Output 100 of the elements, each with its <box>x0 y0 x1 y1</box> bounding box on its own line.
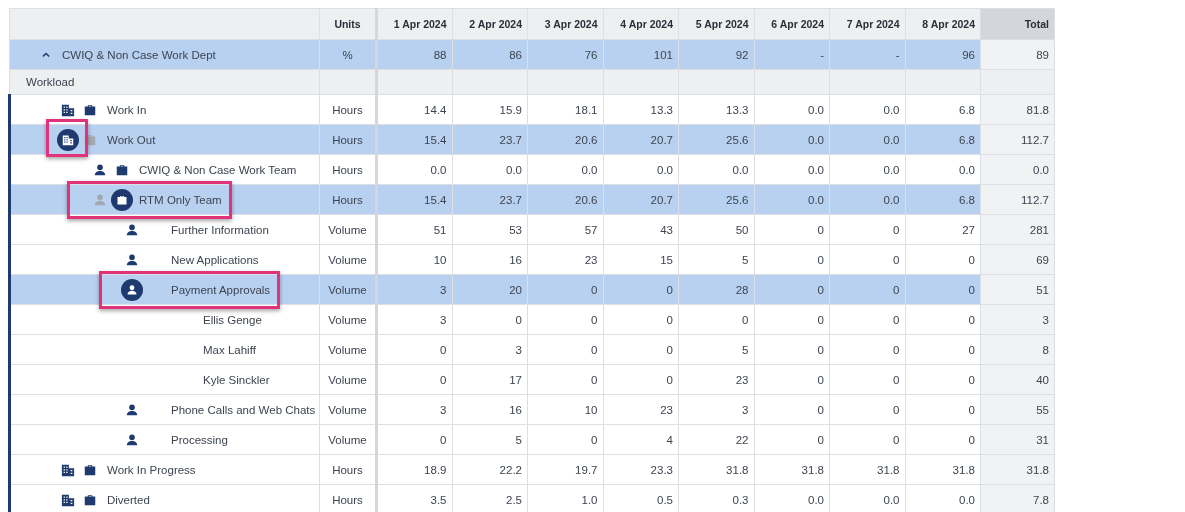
person-icon[interactable] <box>125 252 139 267</box>
table-cell: 89 <box>980 39 1055 70</box>
person-icon[interactable] <box>125 432 139 447</box>
table-cell: 10 <box>527 394 603 425</box>
building-icon[interactable] <box>57 128 79 151</box>
table-cell: 17 <box>452 364 528 395</box>
table-cell: 4 <box>603 424 679 455</box>
person-icon[interactable] <box>125 402 139 417</box>
table-cell: 19.7 <box>527 454 603 485</box>
table-cell: 0 <box>829 394 905 425</box>
table-cell: 16 <box>452 394 528 425</box>
table-cell: 0.0 <box>527 154 603 185</box>
table-cell: Volume <box>319 274 377 305</box>
table-cell: 0.0 <box>829 184 905 215</box>
table-cell: Volume <box>319 214 377 245</box>
table-cell: 5 <box>678 334 754 365</box>
table-cell: Volume <box>319 424 377 455</box>
table-cell: 23.7 <box>452 124 528 155</box>
building-icon[interactable] <box>61 492 75 507</box>
table-row[interactable]: New Applications Volume 10 16 23 15 5 0 0 0 69 <box>9 244 1055 275</box>
briefcase-icon[interactable] <box>111 188 133 211</box>
table-row[interactable]: Work In Hours 14.4 15.9 18.1 13.3 13.3 0.0 0.0 6.8 81.8 <box>9 94 1055 125</box>
table-cell: 0 <box>754 424 830 455</box>
table-cell: 0 <box>527 364 603 395</box>
table-cell: 0 <box>829 364 905 395</box>
table-cell: Volume <box>319 334 377 365</box>
table-cell: 23 <box>678 364 754 395</box>
table-cell: 18.1 <box>527 94 603 125</box>
table-row[interactable]: Processing Volume 0 5 0 4 22 0 0 0 31 <box>9 424 1055 455</box>
table-row[interactable]: Ellis Genge Volume 3 0 0 0 0 0 0 0 3 <box>9 304 1055 335</box>
table-cell: 0 <box>754 364 830 395</box>
table-cell: 31 <box>980 424 1055 455</box>
table-row[interactable]: CWIQ & Non Case Work Team Hours 0.0 0.0 0.0 0.0 0.0 0.0 0.0 0.0 0.0 <box>9 154 1055 185</box>
table-cell: Hours <box>319 154 377 185</box>
table-cell: 0 <box>829 274 905 305</box>
person-icon[interactable] <box>93 162 107 177</box>
table-cell: 20.6 <box>527 124 603 155</box>
table-row[interactable]: Payment Approvals Volume 3 20 0 0 28 0 0 0 51 <box>9 274 1055 305</box>
table-row[interactable]: CWIQ & Non Case Work Dept % 88 86 76 101 92 - - 96 89 <box>9 39 1055 70</box>
table-cell: 0 <box>754 394 830 425</box>
row-label: CWIQ & Non Case Work Team <box>139 163 298 176</box>
briefcase-icon[interactable] <box>83 102 97 117</box>
briefcase-icon[interactable] <box>83 462 97 477</box>
person-icon[interactable] <box>121 278 143 301</box>
row-label: New Applications <box>171 253 260 266</box>
table-row[interactable]: Max Lahiff Volume 0 3 0 0 5 0 0 0 8 <box>9 334 1055 365</box>
building-icon[interactable] <box>61 462 75 477</box>
column-header: 2 Apr 2024 <box>452 8 528 40</box>
table-cell: 0.0 <box>829 94 905 125</box>
table-cell: 0 <box>527 424 603 455</box>
table-cell: 20 <box>452 274 528 305</box>
table-cell: 0.0 <box>754 154 830 185</box>
table-row[interactable]: Phone Calls and Web Chats Volume 3 16 10 23 3 0 0 0 55 <box>9 394 1055 425</box>
table-cell: 3 <box>678 394 754 425</box>
table-cell: 40 <box>980 364 1055 395</box>
table-cell: 0 <box>603 334 679 365</box>
table-cell: 101 <box>603 39 679 70</box>
person-icon[interactable] <box>125 222 139 237</box>
table-cell: 22.2 <box>452 454 528 485</box>
building-icon[interactable] <box>61 102 75 117</box>
table-cell: 0.0 <box>754 184 830 215</box>
table-cell: 112.7 <box>980 184 1055 215</box>
table-cell: 0 <box>754 244 830 275</box>
table-cell: 112.7 <box>980 124 1055 155</box>
table-cell: 43 <box>603 214 679 245</box>
table-cell: 25.6 <box>678 184 754 215</box>
table-cell: 51 <box>980 274 1055 305</box>
table-cell: Hours <box>319 94 377 125</box>
table-cell: 0 <box>905 394 981 425</box>
table-cell: 51 <box>376 214 452 245</box>
table-cell: 0 <box>754 214 830 245</box>
table-cell: 0.0 <box>376 154 452 185</box>
briefcase-icon[interactable] <box>83 492 97 507</box>
table-cell: 0.0 <box>754 484 830 512</box>
table-row[interactable]: Work Out Hours 15.4 23.7 20.6 20.7 25.6 0.0 0.0 6.8 112.7 <box>9 124 1055 155</box>
table-cell: 96 <box>905 39 981 70</box>
table-cell: 0 <box>603 274 679 305</box>
table-cell: 0.0 <box>905 154 981 185</box>
table-row[interactable]: Kyle Sinckler Volume 0 17 0 0 23 0 0 0 40 <box>9 364 1055 395</box>
table-row[interactable]: RTM Only Team Hours 15.4 23.7 20.6 20.7 25.6 0.0 0.0 6.8 112.7 <box>9 184 1055 215</box>
table-cell: 1.0 <box>527 484 603 512</box>
table-cell: 0.0 <box>678 154 754 185</box>
table-cell: 6.8 <box>905 124 981 155</box>
table-cell: 2.5 <box>452 484 528 512</box>
caret-icon[interactable] <box>42 51 50 58</box>
briefcase-icon[interactable] <box>115 162 129 177</box>
column-header: 8 Apr 2024 <box>905 8 981 40</box>
table-row[interactable]: Further Information Volume 51 53 57 43 50 0 0 27 281 <box>9 214 1055 245</box>
table-cell: 13.3 <box>678 94 754 125</box>
table-cell: 0 <box>376 364 452 395</box>
table-cell: 0.0 <box>905 484 981 512</box>
table-row[interactable]: Diverted Hours 3.5 2.5 1.0 0.5 0.3 0.0 0.0 0.0 7.8 <box>9 484 1055 512</box>
table-row[interactable]: Work In Progress Hours 18.9 22.2 19.7 23.3 31.8 31.8 31.8 31.8 31.8 <box>9 454 1055 485</box>
table-cell: Volume <box>319 364 377 395</box>
column-header: 5 Apr 2024 <box>678 8 754 40</box>
table-cell: Hours <box>319 184 377 215</box>
table-cell: 28 <box>678 274 754 305</box>
table-cell: 22 <box>678 424 754 455</box>
table-cell: 0.0 <box>829 154 905 185</box>
table-cell: 0.0 <box>754 124 830 155</box>
